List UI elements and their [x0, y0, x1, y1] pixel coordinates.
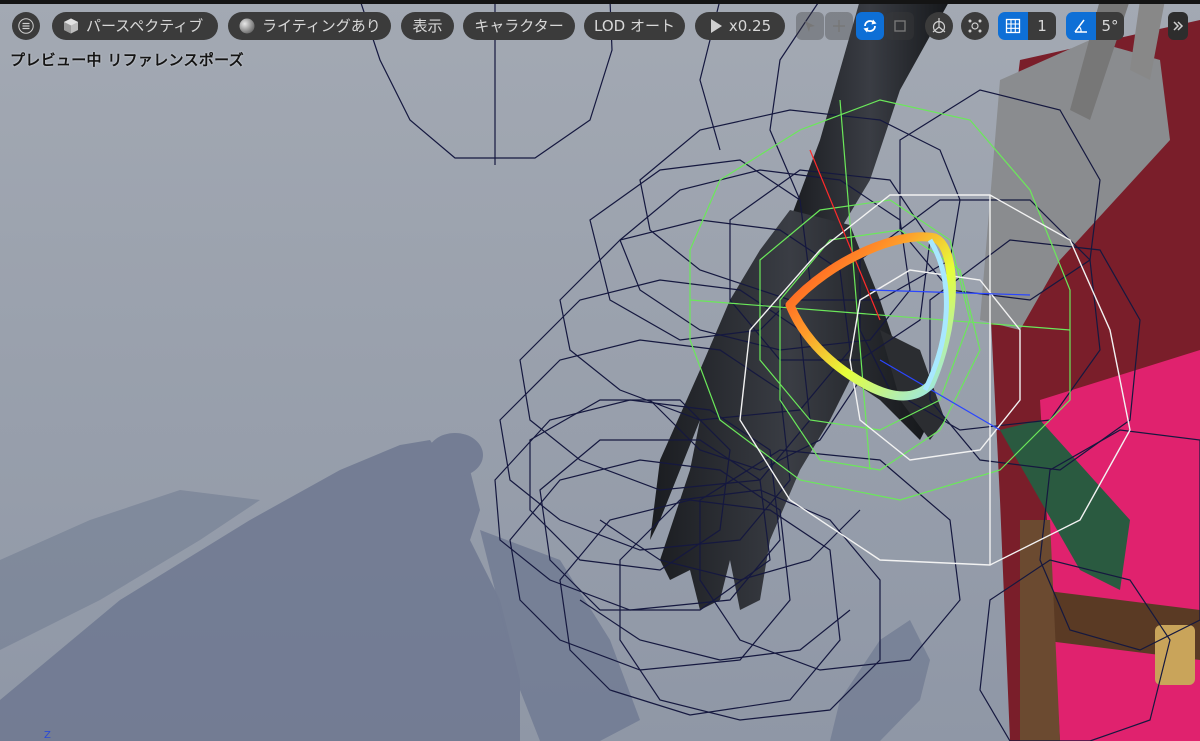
rotate-mode-button[interactable] — [856, 12, 884, 40]
hamburger-menu-icon — [18, 18, 34, 34]
viewport-toolbar: パースペクティブ ライティングあり 表示 キャラクター LOD オート x0.2… — [0, 0, 1200, 50]
menu-button[interactable] — [12, 12, 40, 40]
angle-icon — [1074, 19, 1087, 33]
rotate-icon — [863, 19, 877, 33]
playback-speed-label: x0.25 — [728, 17, 772, 35]
axis-label-z: Z — [44, 730, 51, 741]
rotation-snap-value[interactable]: 5° — [1096, 12, 1124, 40]
lod-label: LOD オート — [594, 17, 675, 35]
character-label: キャラクター — [474, 17, 564, 35]
chevron-double-right-icon — [1173, 21, 1184, 31]
playback-speed-button[interactable]: x0.25 — [695, 12, 785, 40]
perspective-label: パースペクティブ — [86, 17, 204, 35]
scale-mode-button[interactable] — [886, 12, 914, 40]
rotation-snap-toggle[interactable] — [1066, 12, 1096, 40]
snap-icon — [968, 19, 982, 33]
perspective-button[interactable]: パースペクティブ — [52, 12, 218, 40]
move-mode-button[interactable] — [825, 12, 853, 40]
move-arrow-icon — [805, 21, 815, 32]
play-icon — [710, 19, 722, 33]
translate-mode-button[interactable] — [796, 12, 824, 40]
lighting-button[interactable]: ライティングあり — [228, 12, 391, 40]
grid-snap-value[interactable]: 1 — [1028, 12, 1056, 40]
3d-viewport[interactable]: プレビュー中 リファレンスポーズ Z — [0, 0, 1200, 741]
coordinate-space-button[interactable] — [925, 12, 953, 40]
surface-snap-button[interactable] — [961, 12, 989, 40]
character-arm — [650, 0, 950, 610]
rotation-snap-group: 5° — [1066, 12, 1124, 40]
cube-icon — [64, 18, 78, 34]
scale-icon — [894, 20, 906, 32]
toolbar-top-border — [0, 0, 1200, 4]
grid-snap-group: 1 — [998, 12, 1056, 40]
viewport-scene — [0, 0, 1200, 741]
crosshair-icon — [833, 20, 845, 32]
show-button[interactable]: 表示 — [401, 12, 454, 40]
character-button[interactable]: キャラクター — [463, 12, 575, 40]
more-options-button[interactable] — [1168, 12, 1188, 40]
lighting-label: ライティングあり — [262, 17, 381, 35]
lod-button[interactable]: LOD オート — [584, 12, 685, 40]
character-body — [980, 0, 1200, 741]
grid-snap-toggle[interactable] — [998, 12, 1028, 40]
grid-icon — [1005, 18, 1021, 34]
local-axis-icon — [932, 18, 946, 34]
viewport-status-text: プレビュー中 リファレンスポーズ — [10, 51, 244, 69]
sphere-icon — [239, 18, 255, 34]
show-label: 表示 — [412, 17, 443, 35]
